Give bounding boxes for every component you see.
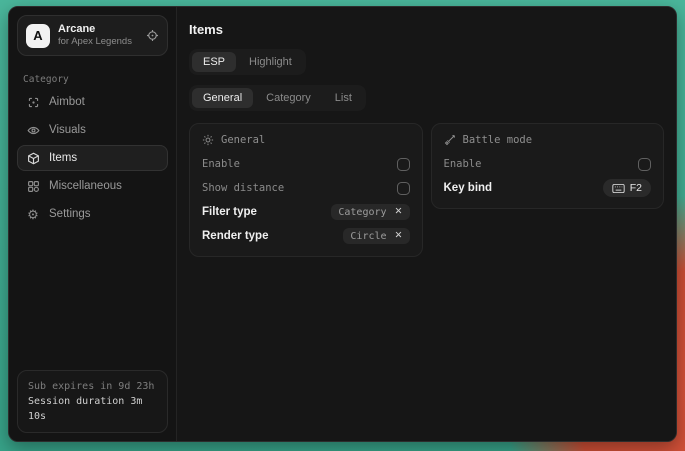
- gear-icon: ⚙: [26, 208, 40, 221]
- sidebar-item-aimbot[interactable]: Aimbot: [17, 89, 168, 115]
- enable-checkbox[interactable]: [397, 158, 410, 171]
- panels-grid: General Enable Show distance Filter type…: [189, 123, 664, 257]
- filter-type-value: Category: [338, 207, 386, 218]
- tab-list[interactable]: List: [324, 88, 363, 108]
- tab-general[interactable]: General: [192, 88, 253, 108]
- sidebar-item-items[interactable]: Items: [17, 145, 168, 171]
- render-type-select[interactable]: Circle ✕: [343, 228, 409, 244]
- sidebar-item-label: Miscellaneous: [49, 180, 122, 192]
- eye-icon: [26, 124, 40, 137]
- battle-enable-checkbox[interactable]: [638, 158, 651, 171]
- sub-expires-text: Sub expires in 9d 23h: [28, 379, 157, 394]
- setting-row: Filter type Category ✕: [202, 200, 410, 224]
- mode-tab-group: ESP Highlight: [189, 49, 306, 75]
- sidebar-item-label: Aimbot: [49, 96, 85, 108]
- clear-icon[interactable]: ✕: [395, 207, 403, 217]
- app-logo: A: [26, 24, 50, 48]
- panel-title: General: [221, 134, 265, 146]
- general-panel: General Enable Show distance Filter type…: [189, 123, 423, 257]
- grid-icon: [26, 180, 40, 193]
- setting-row: Key bind F2: [444, 176, 652, 200]
- page-title: Items: [189, 22, 664, 37]
- filter-type-select[interactable]: Category ✕: [331, 204, 409, 220]
- brand-card: A Arcane for Apex Legends: [17, 15, 168, 56]
- sword-icon: [444, 134, 456, 146]
- session-duration-text: Session duration 3m 10s: [28, 394, 157, 424]
- view-tab-group: General Category List: [189, 85, 366, 111]
- app-subtitle: for Apex Legends: [58, 36, 138, 48]
- sidebar-item-label: Settings: [49, 208, 91, 220]
- tab-category[interactable]: Category: [255, 88, 322, 108]
- clear-icon[interactable]: ✕: [395, 231, 403, 241]
- filter-type-label: Filter type: [202, 206, 257, 218]
- keyboard-icon: [612, 183, 625, 194]
- tab-highlight[interactable]: Highlight: [238, 52, 303, 72]
- setting-row: Show distance: [202, 176, 410, 200]
- sun-icon: [202, 134, 214, 146]
- key-bind-button[interactable]: F2: [603, 179, 651, 197]
- battle-enable-label: Enable: [444, 158, 482, 170]
- setting-row: Enable: [202, 152, 410, 176]
- crosshair-icon: [26, 96, 40, 109]
- panel-title: Battle mode: [463, 134, 533, 146]
- sidebar-item-label: Items: [49, 152, 77, 164]
- sidebar-item-miscellaneous[interactable]: Miscellaneous: [17, 173, 168, 199]
- show-distance-checkbox[interactable]: [397, 182, 410, 195]
- app-window: A Arcane for Apex Legends Category: [8, 6, 677, 442]
- key-bind-label: Key bind: [444, 182, 493, 194]
- sidebar-nav: Aimbot Visuals Items: [9, 89, 176, 227]
- show-distance-label: Show distance: [202, 182, 284, 194]
- render-type-value: Circle: [350, 231, 386, 242]
- category-section-label: Category: [23, 74, 162, 85]
- sidebar: A Arcane for Apex Legends Category: [9, 7, 177, 441]
- sidebar-item-visuals[interactable]: Visuals: [17, 117, 168, 143]
- main-content: Items ESP Highlight General Category Lis…: [177, 7, 676, 441]
- setting-row: Enable: [444, 152, 652, 176]
- setting-row: Render type Circle ✕: [202, 224, 410, 248]
- box-icon: [26, 152, 40, 165]
- app-title: Arcane: [58, 23, 138, 36]
- target-icon[interactable]: [146, 29, 159, 42]
- render-type-label: Render type: [202, 230, 268, 242]
- battle-mode-panel: Battle mode Enable Key bind: [431, 123, 665, 209]
- key-bind-value: F2: [630, 182, 642, 194]
- session-card: Sub expires in 9d 23h Session duration 3…: [17, 370, 168, 433]
- tab-esp[interactable]: ESP: [192, 52, 236, 72]
- enable-label: Enable: [202, 158, 240, 170]
- sidebar-item-settings[interactable]: ⚙ Settings: [17, 201, 168, 227]
- sidebar-item-label: Visuals: [49, 124, 86, 136]
